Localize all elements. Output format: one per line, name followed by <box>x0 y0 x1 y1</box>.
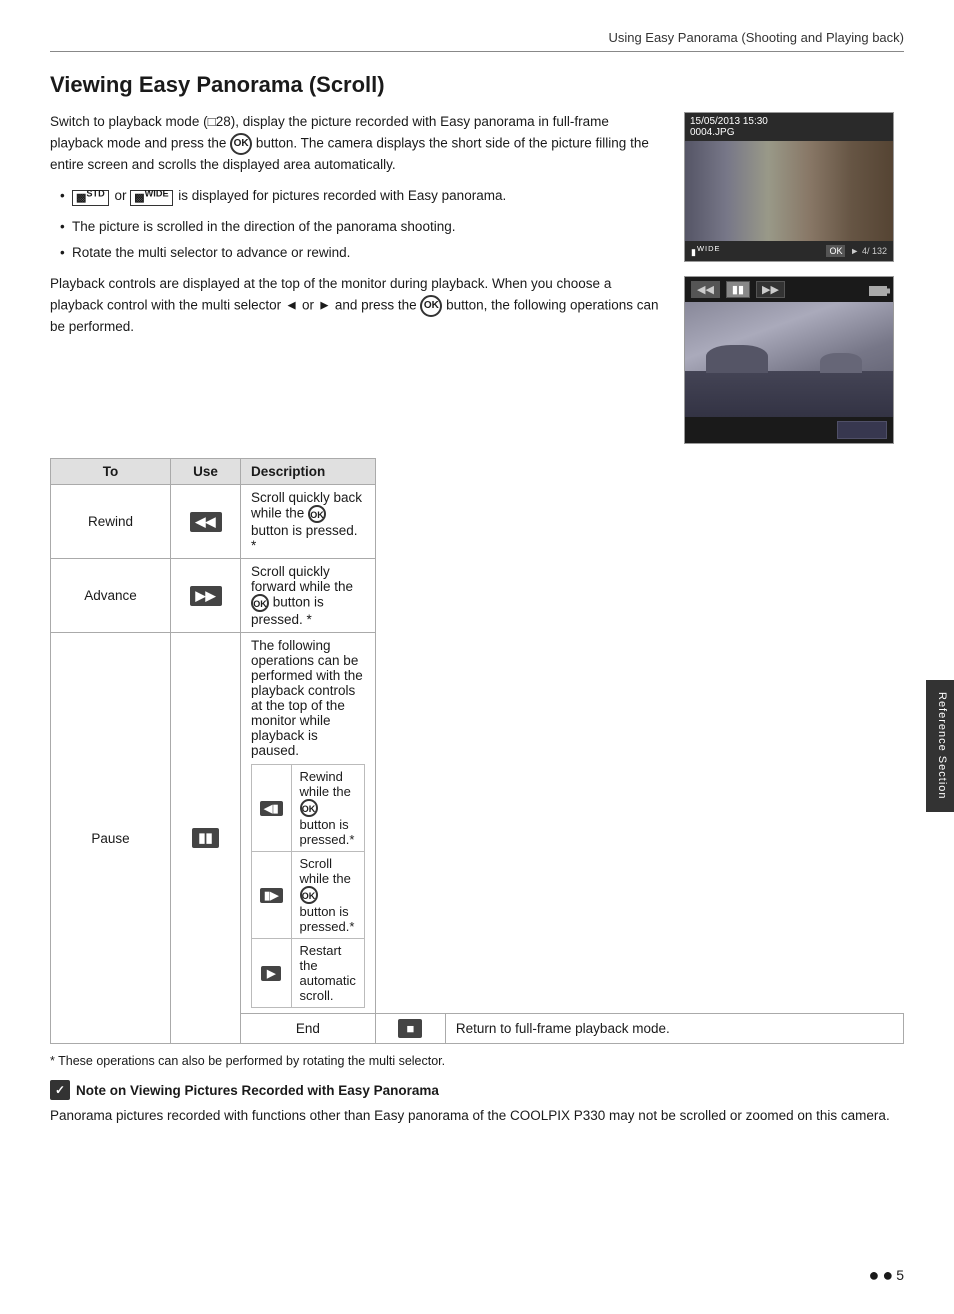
rewind-symbol: ◀◀ <box>190 512 222 532</box>
table-header-row: To Use Description <box>51 459 904 485</box>
ctrl-pause: ▮▮ <box>726 281 750 298</box>
header-title: Using Easy Panorama (Shooting and Playin… <box>608 30 904 45</box>
intro-paragraph: Switch to playback mode (□28), display t… <box>50 112 664 176</box>
th-to: To <box>51 459 171 485</box>
inner-td-scroll-icon: ▮▶ <box>252 852 292 939</box>
inner-td-rewind-icon: ◀▮ <box>252 765 292 852</box>
panorama-strip <box>685 141 893 241</box>
td-advance-use: ▶▶ <box>171 559 241 633</box>
ok-icon-r: OK <box>308 505 326 523</box>
camera-screen-2: ◀◀ ▮▮ ▶▶ <box>684 276 894 444</box>
ok-icon-ir: OK <box>300 799 318 817</box>
td-end-desc: Return to full-frame playback mode. <box>445 1014 903 1044</box>
bullet-item-3: Rotate the multi selector to advance or … <box>60 243 664 264</box>
bullet-dot2: ● <box>882 1266 893 1284</box>
playback-table: To Use Description Rewind ◀◀ Scroll quic… <box>50 458 904 1044</box>
inner-rewind-symbol: ◀▮ <box>260 801 283 816</box>
advance-symbol: ▶▶ <box>190 586 222 606</box>
table-row-pause: Pause ▮▮ The following operations can be… <box>51 633 904 1014</box>
bullet-dot: ● <box>868 1266 879 1284</box>
note-text: Panorama pictures recorded with function… <box>50 1106 904 1127</box>
td-pause-use: ▮▮ <box>171 633 241 1044</box>
screen1-filename: 0004.JPG <box>690 127 888 138</box>
bullet-list-2: The picture is scrolled in the direction… <box>60 217 664 264</box>
table-footnote: * These operations can also be performed… <box>50 1054 904 1068</box>
page-footer: ● ● 5 <box>0 1266 954 1284</box>
bullet-item-2: The picture is scrolled in the direction… <box>60 217 664 238</box>
td-end-to: End <box>241 1014 376 1044</box>
inner-restart-symbol: ▶ <box>261 966 281 981</box>
main-text-column: Switch to playback mode (□28), display t… <box>50 112 664 444</box>
reference-section-tab: Reference Section <box>926 680 954 812</box>
camera-screens-column: 15/05/2013 15:30 0004.JPG ▮WIDE OK ► 4/ … <box>684 112 904 444</box>
battery-icon <box>869 286 887 296</box>
th-description: Description <box>241 459 376 485</box>
pause-label: Pause <box>61 831 160 846</box>
screen1-image <box>685 141 893 241</box>
th-use: Use <box>171 459 241 485</box>
ok-button-icon: OK <box>230 133 252 155</box>
screen2-image <box>685 302 893 417</box>
screen1-frame-info: OK ► 4/ 132 <box>826 246 887 257</box>
inner-row-rewind: ◀▮ Rewind while the OK button is pressed… <box>252 765 365 852</box>
side-tab-label: Reference Section <box>936 692 948 800</box>
note-header: ✓ Note on Viewing Pictures Recorded with… <box>50 1080 904 1100</box>
screen1-bottom-bar: ▮WIDE OK ► 4/ 132 <box>685 241 893 261</box>
page-title: Viewing Easy Panorama (Scroll) <box>50 72 904 98</box>
inner-td-restart-icon: ▶ <box>252 939 292 1008</box>
panorama-std-icon: ▩STD <box>72 190 109 206</box>
inner-scroll-symbol: ▮▶ <box>260 888 283 903</box>
page-number-display: ● ● 5 <box>868 1266 904 1284</box>
td-end-use: ■ <box>375 1014 445 1044</box>
screen2-controls: ◀◀ ▮▮ ▶▶ <box>685 277 893 302</box>
bullet-item-1: ▩STD or ▩WIDE is displayed for pictures … <box>60 186 664 207</box>
bullet-list: ▩STD or ▩WIDE is displayed for pictures … <box>60 186 664 207</box>
td-advance-desc: Scroll quickly forward while the OK butt… <box>241 559 376 633</box>
screen2-bottom <box>685 417 893 443</box>
inner-td-restart-desc: Restart the automatic scroll. <box>291 939 364 1008</box>
screen1-timestamp: 15/05/2013 15:30 <box>690 116 888 127</box>
td-rewind-use: ◀◀ <box>171 485 241 559</box>
screen1-mode: ▮WIDE <box>691 244 721 258</box>
table-row-advance: Advance ▶▶ Scroll quickly forward while … <box>51 559 904 633</box>
note-box: ✓ Note on Viewing Pictures Recorded with… <box>50 1080 904 1127</box>
ok-icon-a: OK <box>251 594 269 612</box>
inner-td-scroll-desc: Scroll while the OK button is pressed.* <box>291 852 364 939</box>
td-advance-to: Advance <box>51 559 171 633</box>
td-pause-to: Pause <box>51 633 171 1044</box>
page-number: 5 <box>896 1267 904 1283</box>
playback-table-container: To Use Description Rewind ◀◀ Scroll quic… <box>50 458 904 1068</box>
ctrl-rewind: ◀◀ <box>691 281 720 298</box>
ctrl-forward: ▶▶ <box>756 281 785 298</box>
end-symbol: ■ <box>398 1019 422 1038</box>
page-header: Using Easy Panorama (Shooting and Playin… <box>50 30 904 52</box>
inner-row-scroll: ▮▶ Scroll while the OK button is pressed… <box>252 852 365 939</box>
ok-icon-is: OK <box>300 886 318 904</box>
pause-symbol: ▮▮ <box>192 828 218 848</box>
inner-td-rewind-desc: Rewind while the OK button is pressed.* <box>291 765 364 852</box>
td-rewind-desc: Scroll quickly back while the OK button … <box>241 485 376 559</box>
screen1-top-bar: 15/05/2013 15:30 0004.JPG <box>685 113 893 141</box>
inner-row-restart: ▶ Restart the automatic scroll. <box>252 939 365 1008</box>
pause-inner-table: ◀▮ Rewind while the OK button is pressed… <box>251 764 365 1008</box>
note-icon: ✓ <box>50 1080 70 1100</box>
table-row-rewind: Rewind ◀◀ Scroll quickly back while the … <box>51 485 904 559</box>
note-title: Note on Viewing Pictures Recorded with E… <box>76 1083 439 1098</box>
panorama-wide-icon: ▩WIDE <box>130 190 172 206</box>
td-rewind-to: Rewind <box>51 485 171 559</box>
camera-screen-1: 15/05/2013 15:30 0004.JPG ▮WIDE OK ► 4/ … <box>684 112 894 262</box>
screen2-panorama <box>685 302 893 417</box>
para2: Playback controls are displayed at the t… <box>50 274 664 338</box>
screen2-battery <box>869 282 887 298</box>
td-pause-desc-header: The following operations can be performe… <box>241 633 376 1014</box>
ok-button-icon2: OK <box>420 295 442 317</box>
